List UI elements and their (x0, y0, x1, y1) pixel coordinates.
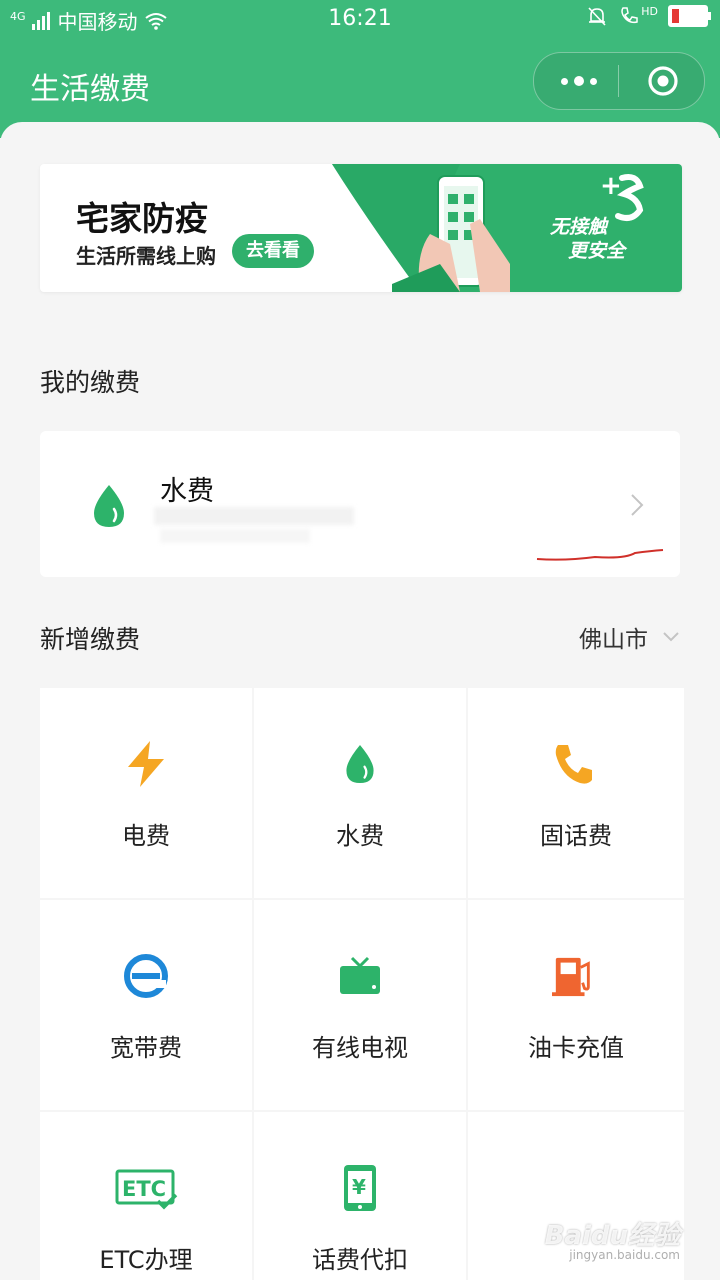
tv-icon (338, 950, 382, 1002)
city-selector[interactable]: 佛山市 (579, 620, 680, 654)
etc-icon: ETC (114, 1162, 178, 1214)
call-icon (621, 7, 638, 24)
battery-icon (668, 5, 711, 27)
my-payments-heading: 我的缴费 (40, 368, 141, 397)
dot-icon (574, 76, 584, 86)
broadband-e-icon (124, 950, 168, 1002)
mobile-yen-icon: ¥ (338, 1162, 382, 1214)
service-cable-tv[interactable]: 有线电视 (254, 900, 466, 1110)
service-water[interactable]: 水费 (254, 688, 466, 898)
status-bar: 4G 中国移动 16:21 HD (0, 0, 720, 38)
service-label: 油卡充值 (528, 1034, 624, 1062)
water-drop-icon (338, 738, 382, 790)
svg-text:+: + (600, 171, 622, 201)
service-label: 有线电视 (312, 1034, 408, 1062)
service-label: 电费 (122, 822, 170, 850)
phone-icon (552, 738, 596, 790)
chevron-right-icon (631, 494, 644, 516)
dot-icon (590, 77, 597, 85)
redacted-account (154, 507, 354, 525)
city-name: 佛山市 (579, 627, 648, 653)
service-broadband[interactable]: 宽带费 (40, 900, 252, 1110)
hd-label: HD (641, 5, 658, 18)
dot-icon (561, 77, 568, 85)
banner-title: 宅家防疫 (76, 199, 208, 238)
lightning-icon (124, 738, 168, 790)
redacted-address (160, 529, 310, 543)
status-right: HD (586, 5, 711, 27)
service-label: 固话费 (540, 822, 612, 850)
service-label: 宽带费 (110, 1034, 182, 1062)
watermark-brand: Baidu经验 (544, 1221, 680, 1251)
service-grid: 电费 水费 固话费 宽带费 有线电视 油卡充值 ETC ETC办理 ¥ 话费代扣 (40, 688, 684, 1280)
service-label: 话费代扣 (312, 1246, 408, 1274)
watermark-url: jingyan.baidu.com (569, 1248, 680, 1262)
banner-tag-line1: 无接触 (550, 216, 608, 238)
hd-call-indicator: HD (618, 5, 658, 27)
service-label: 水费 (336, 822, 384, 850)
svg-text:¥: ¥ (352, 1175, 366, 1199)
service-label: ETC办理 (99, 1246, 193, 1274)
close-mini-program-icon[interactable] (647, 65, 679, 97)
chevron-down-icon (663, 632, 679, 642)
mini-program-capsule (533, 52, 705, 110)
banner-go-button[interactable]: 去看看 (232, 234, 314, 268)
promo-banner[interactable]: + 宅家防疫 生活所需线上购 去看看 无接触 更安全 (40, 164, 682, 292)
service-etc[interactable]: ETC ETC办理 (40, 1112, 252, 1280)
more-menu-button[interactable] (554, 68, 604, 94)
red-annotation-line (536, 549, 664, 561)
service-electricity[interactable]: 电费 (40, 688, 252, 898)
svg-text:ETC: ETC (122, 1177, 166, 1201)
new-payment-heading: 新增缴费 (40, 625, 141, 654)
capsule-divider (618, 65, 619, 97)
banner-subtitle: 生活所需线上购 (76, 244, 216, 268)
service-phone-bill-debit[interactable]: ¥ 话费代扣 (254, 1112, 466, 1280)
service-fuel-card[interactable]: 油卡充值 (468, 900, 684, 1110)
my-payment-card-water[interactable]: 水费 (40, 431, 680, 577)
banner-tag-line2: 更安全 (568, 240, 626, 262)
gas-pump-icon (552, 950, 596, 1002)
service-landline[interactable]: 固话费 (468, 688, 684, 898)
water-drop-icon (94, 485, 124, 527)
payment-name: 水费 (160, 476, 214, 507)
page-title: 生活缴费 (30, 72, 150, 107)
mute-bell-icon (588, 7, 606, 26)
